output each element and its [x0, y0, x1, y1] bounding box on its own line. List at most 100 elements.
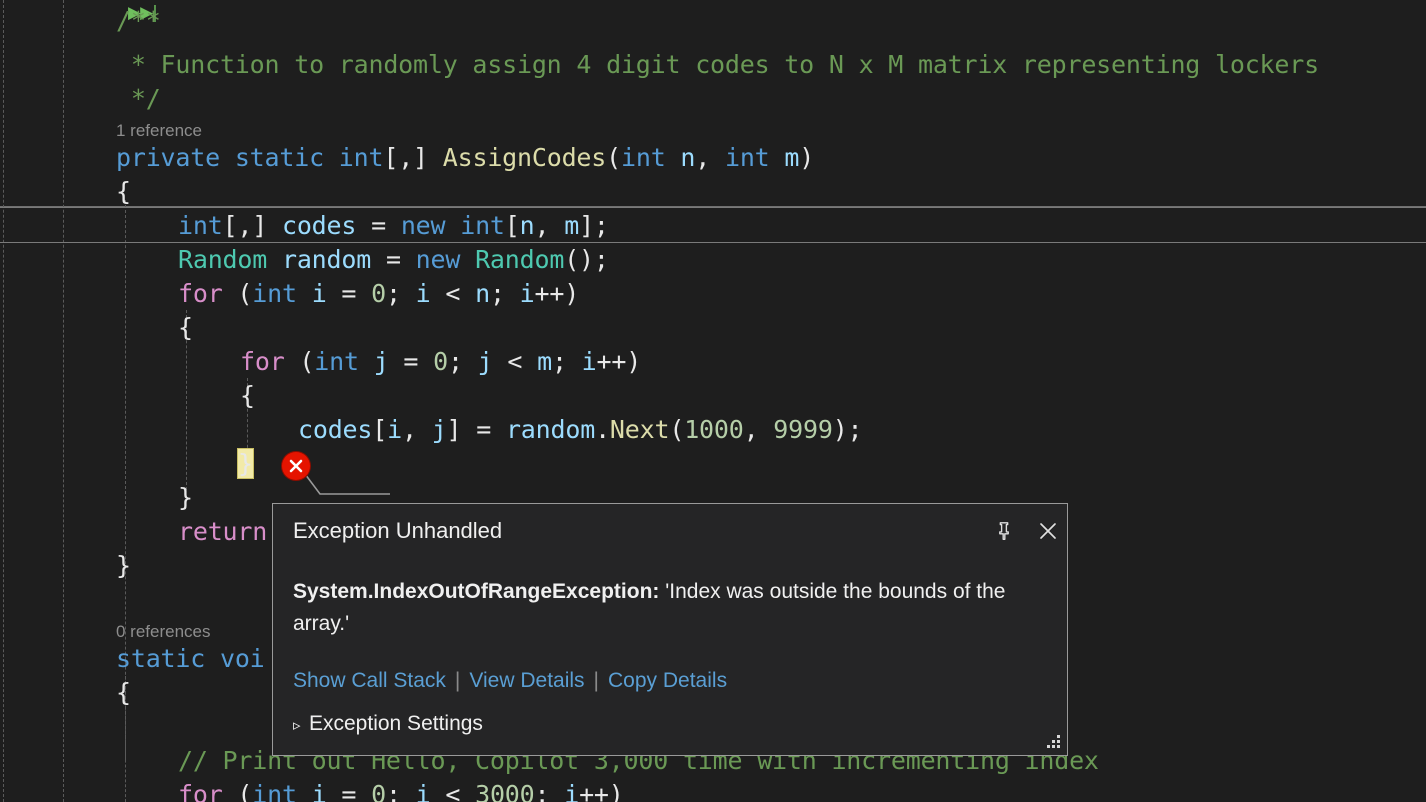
- code-token: 0: [371, 780, 386, 802]
- exception-settings-expander[interactable]: ▹ Exception Settings: [293, 712, 483, 736]
- code-token: ++): [534, 279, 580, 308]
- code-token: <: [492, 347, 538, 376]
- codelens-reference-count[interactable]: 1 reference: [116, 120, 202, 142]
- code-token: private: [116, 143, 220, 172]
- code-token: return: [178, 517, 268, 546]
- code-token: [: [372, 415, 388, 444]
- code-token: 1000: [684, 415, 744, 444]
- code-token: j: [477, 347, 493, 376]
- code-token: i: [311, 279, 327, 308]
- code-token: new: [400, 211, 446, 240]
- code-token: j: [373, 347, 389, 376]
- code-token: Random: [475, 245, 565, 274]
- code-token: int: [252, 780, 297, 802]
- code-line[interactable]: private static int[,] AssignCodes(int n,…: [0, 141, 1426, 175]
- code-token: i: [311, 780, 327, 802]
- code-token: );: [832, 415, 863, 444]
- code-token: n: [519, 211, 535, 240]
- grip-dot: [1057, 740, 1060, 743]
- code-token: for: [178, 279, 223, 308]
- code-line[interactable]: }: [0, 447, 1426, 481]
- code-token: {: [116, 678, 131, 707]
- code-token: {: [178, 313, 193, 342]
- code-token: [,]: [222, 211, 282, 240]
- code-token: int: [724, 143, 770, 172]
- code-token: =: [371, 211, 386, 240]
- code-token: n: [475, 279, 490, 308]
- exception-popup-title: Exception Unhandled: [293, 518, 503, 543]
- code-token: (: [222, 279, 253, 308]
- code-token: ;: [551, 347, 582, 376]
- code-token: for: [240, 347, 285, 376]
- code-token: ++): [596, 347, 642, 376]
- code-line[interactable]: * Function to randomly assign 4 digit co…: [0, 48, 1426, 82]
- code-token: ;: [534, 780, 565, 802]
- code-token: m: [537, 347, 552, 376]
- code-token: .: [595, 415, 610, 444]
- code-token: 0: [433, 347, 448, 376]
- codelens-reference-count[interactable]: 0 references: [116, 621, 211, 643]
- code-line[interactable]: int[,] codes = new int[n, m];: [0, 209, 1426, 243]
- code-line[interactable]: {: [0, 175, 1426, 209]
- code-editor[interactable]: ▶▶| /** * Function to randomly assign 4 …: [0, 0, 1426, 802]
- code-line[interactable]: for (int i = 0; i < n; i++): [0, 277, 1426, 311]
- code-token: <: [430, 780, 476, 802]
- code-line[interactable]: for (int j = 0; j < m; i++): [0, 345, 1426, 379]
- code-token: codes: [281, 211, 357, 240]
- code-token: 3000: [475, 780, 535, 802]
- code-token: (: [284, 347, 315, 376]
- code-token: ];: [579, 211, 609, 240]
- resize-grip-icon[interactable]: [1045, 735, 1063, 751]
- code-token: ;: [489, 279, 520, 308]
- code-token: 0: [371, 279, 386, 308]
- pin-icon[interactable]: [987, 514, 1021, 548]
- code-token: AssignCodes: [442, 143, 607, 172]
- code-token: i: [415, 780, 431, 802]
- code-line[interactable]: /**: [0, 4, 1426, 38]
- code-line[interactable]: for (int i = 0; i < 3000; i++): [0, 778, 1426, 802]
- code-token: }: [178, 483, 193, 512]
- grip-dot: [1057, 735, 1060, 738]
- code-line[interactable]: codes[i, j] = random.Next(1000, 9999);: [0, 413, 1426, 447]
- code-token: ): [799, 143, 815, 172]
- code-token: [: [504, 211, 520, 240]
- code-token: [,]: [383, 143, 443, 172]
- grip-dot: [1057, 745, 1060, 748]
- action-separator: |: [593, 669, 600, 692]
- code-token: ,: [401, 415, 432, 444]
- code-token: i: [415, 279, 431, 308]
- code-token: =: [385, 245, 401, 274]
- copy-details-link[interactable]: Copy Details: [608, 669, 727, 692]
- code-line[interactable]: {: [0, 311, 1426, 345]
- code-token: ;: [447, 347, 478, 376]
- exception-popup[interactable]: Exception Unhandled System.IndexOutOfRan…: [272, 503, 1068, 756]
- code-line[interactable]: {: [0, 379, 1426, 413]
- action-separator: |: [454, 669, 461, 692]
- exception-action-links[interactable]: Show Call Stack | View Details | Copy Detail…: [293, 668, 1041, 694]
- grip-dot: [1052, 740, 1055, 743]
- close-icon[interactable]: [1031, 514, 1065, 548]
- code-token: random: [505, 415, 596, 444]
- code-line[interactable]: Random random = new Random();: [0, 243, 1426, 277]
- code-token: (: [669, 415, 685, 444]
- view-details-link[interactable]: View Details: [469, 669, 584, 692]
- code-token: /**: [116, 6, 161, 35]
- error-circle-x-icon[interactable]: [282, 452, 310, 480]
- code-token: <: [430, 279, 476, 308]
- code-token: int: [178, 211, 223, 240]
- grip-dot: [1047, 745, 1050, 748]
- code-line[interactable]: */: [0, 82, 1426, 116]
- show-call-stack-link[interactable]: Show Call Stack: [293, 669, 446, 692]
- code-token: i: [387, 415, 402, 444]
